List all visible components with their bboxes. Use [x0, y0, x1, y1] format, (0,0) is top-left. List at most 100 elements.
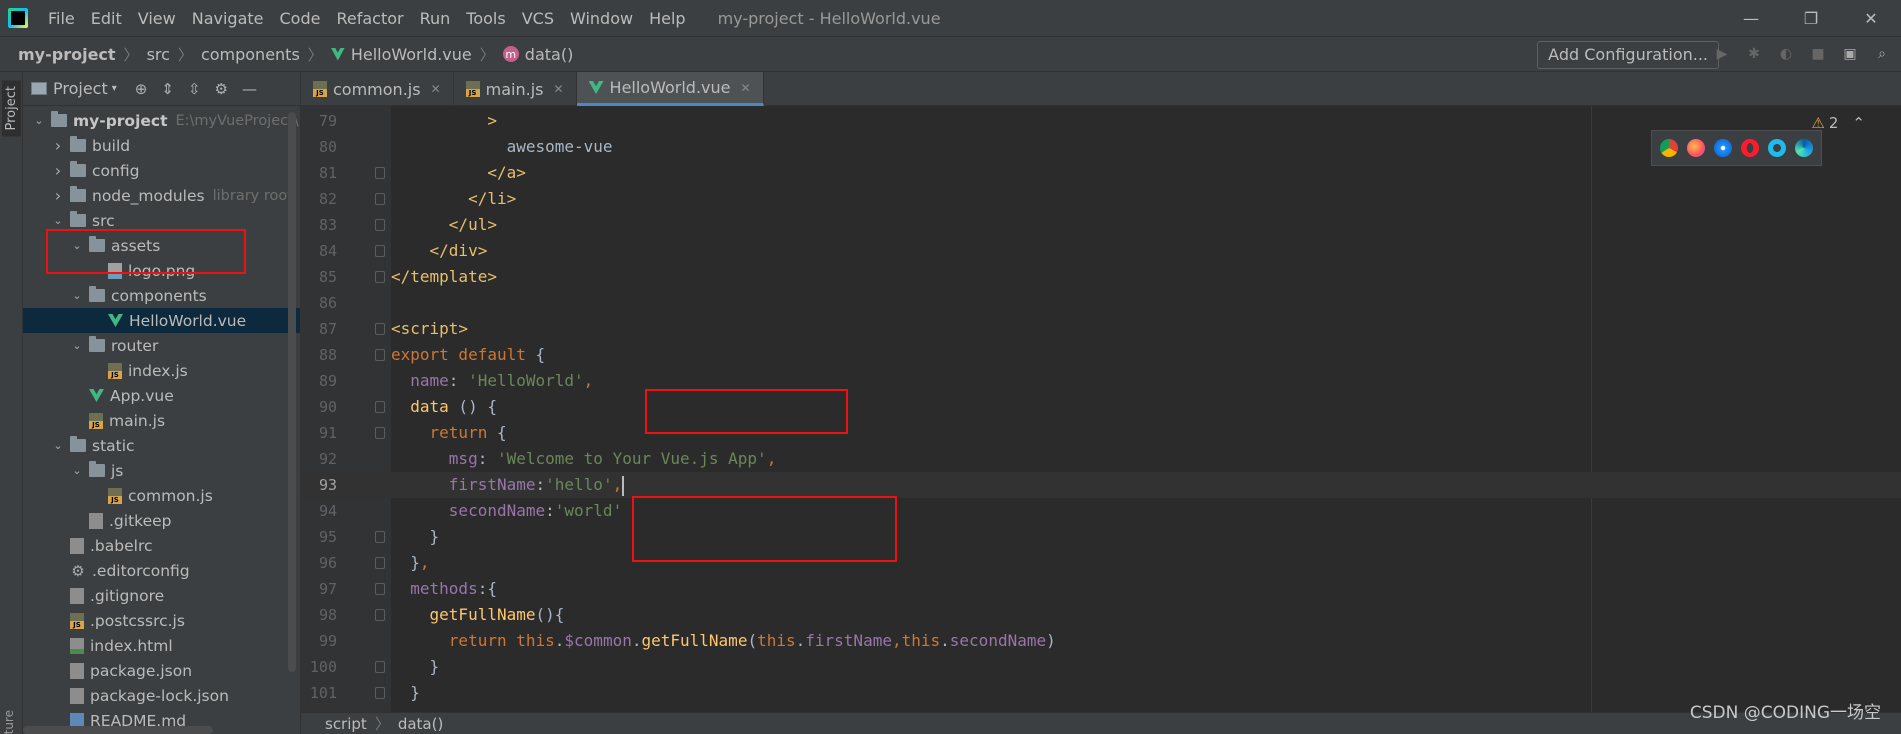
code-line[interactable]: 82 </li>: [301, 186, 1901, 212]
tree-vertical-scrollbar[interactable]: [288, 112, 296, 672]
fold-marker-icon[interactable]: [375, 245, 385, 257]
fold-marker-icon[interactable]: [375, 661, 385, 673]
code-line[interactable]: 92 msg: 'Welcome to Your Vue.js App',: [301, 446, 1901, 472]
tab-helloworld-vue[interactable]: HelloWorld.vue ✕: [576, 72, 764, 106]
breadcrumb-method[interactable]: m data(): [499, 45, 578, 64]
code-line[interactable]: 89 name: 'HelloWorld',: [301, 368, 1901, 394]
chevron-down-icon[interactable]: ⌄: [69, 464, 85, 477]
menu-view[interactable]: View: [130, 9, 184, 28]
code-line[interactable]: 90 data () {: [301, 394, 1901, 420]
menu-file[interactable]: File: [40, 9, 83, 28]
search-icon[interactable]: ⌕: [1873, 45, 1891, 63]
fold-marker-icon[interactable]: [375, 583, 385, 595]
close-icon[interactable]: ✕: [431, 82, 441, 96]
tree-item[interactable]: ⌄ router: [23, 333, 300, 358]
tree-item[interactable]: ⌄ my-project E:\myVueProject\: [23, 108, 300, 133]
tree-item[interactable]: HelloWorld.vue: [23, 308, 300, 333]
menu-code[interactable]: Code: [272, 9, 329, 28]
firefox-icon[interactable]: [1687, 139, 1705, 157]
debug-icon[interactable]: ✱: [1745, 45, 1763, 63]
fold-marker-icon[interactable]: [375, 193, 385, 205]
tree-item[interactable]: .gitignore: [23, 583, 300, 608]
breadcrumb-file[interactable]: HelloWorld.vue: [327, 45, 476, 64]
fold-marker-icon[interactable]: [375, 531, 385, 543]
chevron-right-icon[interactable]: ›: [50, 186, 66, 205]
menu-run[interactable]: Run: [412, 9, 459, 28]
chevron-down-icon[interactable]: ⌄: [50, 214, 66, 227]
tree-item[interactable]: › config: [23, 158, 300, 183]
menu-window[interactable]: Window: [562, 9, 641, 28]
chrome-icon[interactable]: [1660, 139, 1678, 157]
gear-icon[interactable]: ⚙: [215, 80, 228, 98]
tree-item[interactable]: .gitkeep: [23, 508, 300, 533]
restore-icon[interactable]: ❐: [1781, 0, 1841, 36]
minimize-icon[interactable]: —: [1721, 0, 1781, 36]
tree-item[interactable]: .postcssrc.js: [23, 608, 300, 633]
code-editor[interactable]: 79 >80 awesome-vue 81 </a> 82 </li> 83 </ul…: [301, 106, 1901, 712]
fold-marker-icon[interactable]: [375, 323, 385, 335]
tree-item[interactable]: index.js: [23, 358, 300, 383]
expand-all-icon[interactable]: ⇕: [161, 80, 174, 98]
tree-item[interactable]: .babelrc: [23, 533, 300, 558]
status-crumb-script[interactable]: script: [321, 715, 371, 733]
code-line[interactable]: 101 }: [301, 680, 1901, 706]
chevron-down-icon[interactable]: ⌄: [69, 339, 85, 352]
chevron-down-icon[interactable]: ⌄: [69, 239, 85, 252]
project-tool-button[interactable]: Project: [2, 80, 21, 137]
code-line[interactable]: 87 <script>: [301, 316, 1901, 342]
tree-item[interactable]: logo.png: [23, 258, 300, 283]
project-view-selector[interactable]: Project ▾: [31, 79, 117, 98]
breadcrumb-components[interactable]: components: [197, 45, 304, 64]
chevron-right-icon[interactable]: ›: [50, 161, 66, 180]
fold-marker-icon[interactable]: [375, 349, 385, 361]
breadcrumb-src[interactable]: src: [143, 45, 174, 64]
fold-marker-icon[interactable]: [375, 271, 385, 283]
code-line[interactable]: 83 </ul>: [301, 212, 1901, 238]
menu-vcs[interactable]: VCS: [514, 9, 562, 28]
tree-item[interactable]: index.html: [23, 633, 300, 658]
collapse-all-icon[interactable]: ⇳: [188, 80, 201, 98]
tree-item[interactable]: › build: [23, 133, 300, 158]
coverage-icon[interactable]: ◐: [1777, 45, 1795, 63]
fold-marker-icon[interactable]: [375, 609, 385, 621]
fold-marker-icon[interactable]: [375, 167, 385, 179]
tree-horizontal-scrollbar[interactable]: [23, 726, 213, 734]
ie-icon[interactable]: [1768, 139, 1786, 157]
code-line[interactable]: 94 secondName:'world': [301, 498, 1901, 524]
tree-item[interactable]: › node_modules library root: [23, 183, 300, 208]
code-line[interactable]: 91 return {: [301, 420, 1901, 446]
code-line[interactable]: 85 </template>: [301, 264, 1901, 290]
fold-marker-icon[interactable]: [375, 219, 385, 231]
menu-refactor[interactable]: Refactor: [328, 9, 411, 28]
code-line[interactable]: 95 }: [301, 524, 1901, 550]
tree-item[interactable]: ⌄ src: [23, 208, 300, 233]
chevron-down-icon[interactable]: ⌄: [50, 439, 66, 452]
tree-item[interactable]: main.js: [23, 408, 300, 433]
code-line[interactable]: 96 },: [301, 550, 1901, 576]
tree-item[interactable]: ⌄ static: [23, 433, 300, 458]
fold-marker-icon[interactable]: [375, 401, 385, 413]
code-line[interactable]: 84 </div>: [301, 238, 1901, 264]
menu-navigate[interactable]: Navigate: [184, 9, 272, 28]
code-line[interactable]: 99 return this.$common.getFullName(this.…: [301, 628, 1901, 654]
tree-item[interactable]: package.json: [23, 658, 300, 683]
code-line[interactable]: 93 firstName:'hello',: [301, 472, 1901, 498]
close-icon[interactable]: ✕: [1841, 0, 1901, 36]
add-configuration-button[interactable]: Add Configuration...: [1537, 41, 1719, 69]
tree-item[interactable]: ⌄ components: [23, 283, 300, 308]
menu-tools[interactable]: Tools: [458, 9, 513, 28]
menu-edit[interactable]: Edit: [83, 9, 130, 28]
breadcrumb-project[interactable]: my-project: [14, 45, 120, 64]
code-line[interactable]: 88 export default {: [301, 342, 1901, 368]
chevron-right-icon[interactable]: ›: [50, 136, 66, 155]
fold-marker-icon[interactable]: [375, 427, 385, 439]
tab-main-js[interactable]: main.js ✕: [454, 72, 577, 106]
tree-item[interactable]: ⌄ assets: [23, 233, 300, 258]
fold-marker-icon[interactable]: [375, 557, 385, 569]
tree-item[interactable]: ⚙ .editorconfig: [23, 558, 300, 583]
tree-item[interactable]: common.js: [23, 483, 300, 508]
structure-tool-button[interactable]: ture: [2, 710, 16, 734]
code-line[interactable]: 86: [301, 290, 1901, 316]
menu-help[interactable]: Help: [641, 9, 693, 28]
chevron-up-icon[interactable]: ⌃: [1852, 114, 1865, 132]
